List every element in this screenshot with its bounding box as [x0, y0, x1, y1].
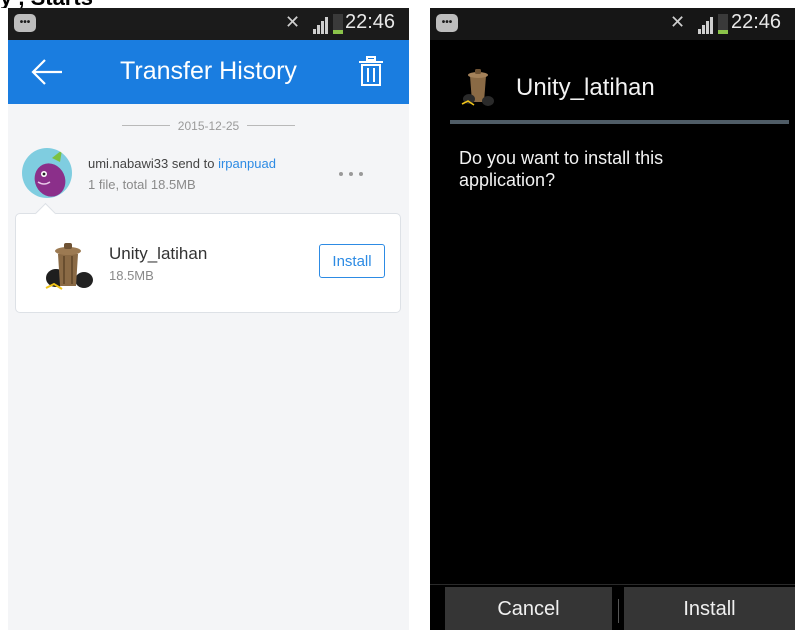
file-card: Unity_latihan 18.5MB Install [15, 202, 401, 313]
install-button[interactable]: Install [624, 587, 795, 630]
file-name: Unity_latihan [109, 244, 208, 263]
trash-can-app-icon [45, 243, 93, 290]
file-summary: 1 file, total 18.5MB [88, 177, 196, 192]
transfer-history-screen: ••• ✕ 22:46 Transfer History 2015-12-25 [8, 8, 409, 630]
bbm-notification-icon: ••• [14, 14, 36, 32]
file-size: 18.5MB [109, 268, 154, 283]
install-button[interactable]: Install [319, 244, 385, 278]
status-time: 22:46 [345, 11, 396, 33]
signal-icon [698, 14, 716, 34]
trash-icon[interactable] [359, 56, 383, 86]
dialog-title: Unity_latihan [516, 74, 655, 101]
install-dialog-screen: ••• ✕ 22:46 Unity_latihan Do you want to… [430, 8, 795, 630]
button-divider [618, 599, 619, 623]
cancel-button[interactable]: Cancel [445, 587, 612, 630]
page-title: Transfer History [120, 57, 297, 85]
mute-icon: ✕ [285, 12, 301, 32]
date-separator: 2015-12-25 [8, 118, 409, 134]
battery-icon [333, 14, 343, 34]
dialog-header: Unity_latihan [430, 40, 795, 126]
transfer-action: send to [168, 156, 219, 171]
mute-icon: ✕ [670, 12, 686, 32]
status-time: 22:46 [731, 11, 782, 33]
recipient-link[interactable]: irpanpuad [218, 156, 276, 171]
bbm-notification-icon: ••• [436, 14, 458, 32]
trash-can-app-icon [461, 69, 494, 106]
avatar[interactable] [22, 148, 72, 198]
more-horizontal-icon[interactable] [336, 166, 370, 182]
transfer-description: umi.nabawi33 send to irpanpuad [88, 156, 276, 171]
status-bar: ••• ✕ 22:46 [430, 8, 795, 40]
history-date: 2015-12-25 [177, 118, 240, 133]
eggplant-avatar-icon [34, 150, 66, 197]
sender-name: umi.nabawi33 [88, 156, 169, 171]
app-bar: Transfer History [8, 40, 409, 104]
battery-icon [718, 14, 728, 34]
dialog-divider [450, 120, 789, 124]
page-heading-partial: y , Starts [0, 0, 140, 8]
dialog-button-row: Cancel Install [430, 584, 795, 630]
signal-icon [313, 14, 331, 34]
status-bar: ••• ✕ 22:46 [8, 8, 409, 40]
dialog-message: Do you want to install this application? [459, 148, 664, 190]
